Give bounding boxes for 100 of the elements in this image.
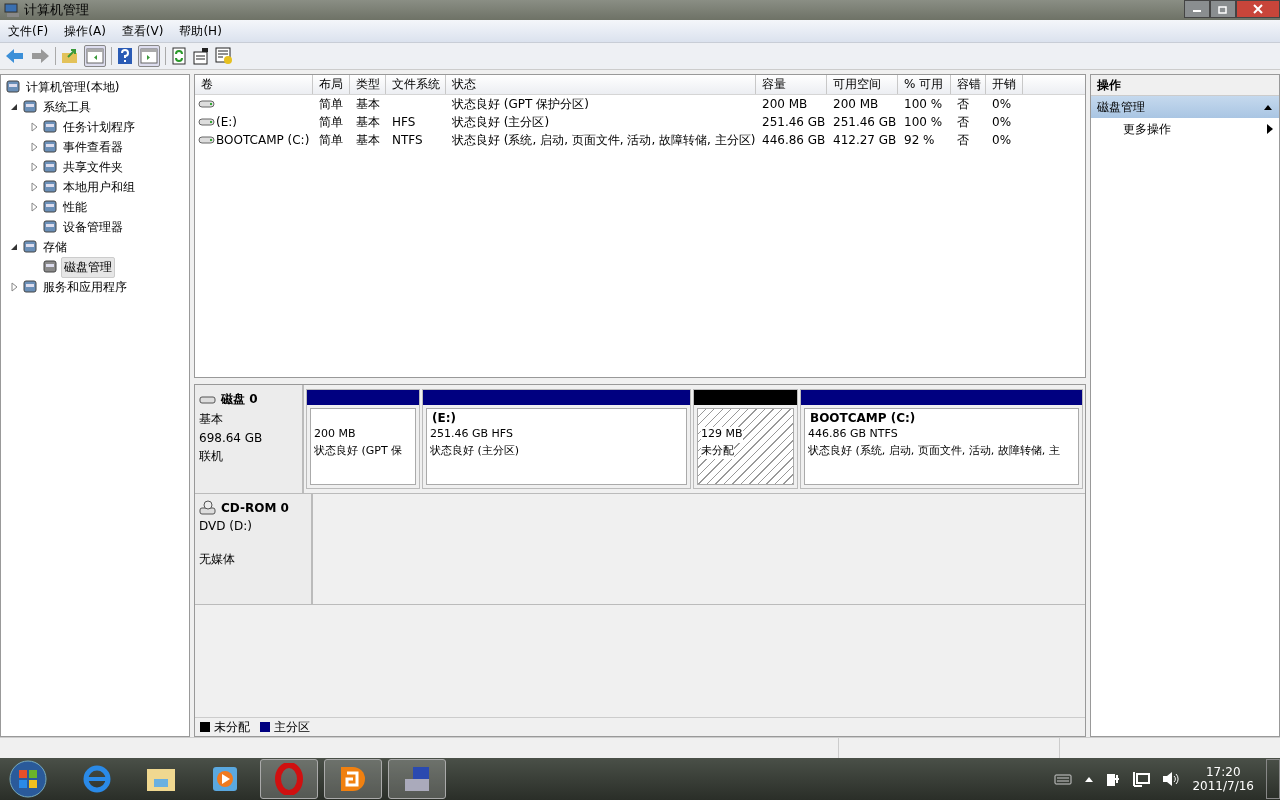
tree-node-icon bbox=[42, 119, 58, 135]
table-cell: 简单 bbox=[319, 95, 343, 113]
expanded-triangle-icon[interactable] bbox=[9, 242, 19, 252]
keyboard-icon[interactable] bbox=[1054, 773, 1073, 785]
tree-item[interactable]: 性能 bbox=[61, 197, 89, 217]
tree-item[interactable]: 计算机管理(本地) bbox=[24, 77, 122, 97]
forward-arrow-icon[interactable] bbox=[30, 47, 50, 65]
taskbar-app-button[interactable] bbox=[324, 759, 382, 799]
tree-item[interactable]: 系统工具 bbox=[41, 97, 93, 117]
table-cell: 基本 bbox=[356, 95, 380, 113]
partition-block[interactable]: BOOTCAMP (C:) 446.86 GB NTFS 状态良好 (系统, 启动, 页面文件, 活动, 故障转储, 主 bbox=[800, 389, 1083, 489]
disk-info: 基本 bbox=[199, 411, 224, 428]
tree-node-icon bbox=[5, 79, 21, 95]
column-header[interactable]: 布局 bbox=[313, 75, 350, 94]
disk-info: DVD (D:) bbox=[199, 519, 253, 533]
partition-info: 状态良好 (系统, 启动, 页面文件, 活动, 故障转储, 主 bbox=[808, 443, 1060, 459]
column-header[interactable]: 卷 bbox=[195, 75, 313, 94]
tree-node-icon bbox=[42, 219, 58, 235]
network-icon[interactable] bbox=[1132, 771, 1151, 787]
minimize-button[interactable] bbox=[1184, 0, 1210, 18]
tree-item[interactable]: 设备管理器 bbox=[61, 217, 125, 237]
table-cell: 基本 bbox=[356, 131, 380, 149]
clock-time: 17:20 bbox=[1205, 765, 1241, 779]
table-cell: 100 % bbox=[904, 97, 943, 111]
column-header[interactable]: 文件系统 bbox=[386, 75, 446, 94]
table-cell: BOOTCAMP (C:) bbox=[216, 133, 310, 147]
table-cell: 状态良好 (主分区) bbox=[452, 113, 550, 131]
table-cell: 0% bbox=[992, 133, 1012, 147]
refresh-icon[interactable] bbox=[171, 47, 187, 65]
collapsed-triangle-icon[interactable] bbox=[9, 282, 19, 292]
partition-block[interactable]: (E:) 251.46 GB HFS 状态良好 (主分区) bbox=[422, 389, 691, 489]
partition-info: 状态良好 (GPT 保 bbox=[314, 443, 403, 459]
tree-node-icon bbox=[42, 179, 58, 195]
table-cell: 200 MB bbox=[833, 97, 879, 111]
close-icon bbox=[1253, 4, 1263, 14]
column-header[interactable]: 容量 bbox=[756, 75, 827, 94]
tree-item[interactable]: 磁盘管理 bbox=[61, 256, 115, 278]
submenu-arrow-icon bbox=[1267, 124, 1273, 134]
collapse-triangle-icon bbox=[1263, 103, 1273, 111]
tree-item[interactable]: 共享文件夹 bbox=[61, 157, 125, 177]
tree-item[interactable]: 任务计划程序 bbox=[61, 117, 137, 137]
clock[interactable]: 17:20 2011/7/16 bbox=[1192, 765, 1254, 793]
tree-item[interactable]: 本地用户和组 bbox=[61, 177, 137, 197]
partition-info: 未分配 bbox=[701, 443, 734, 459]
collapsed-triangle-icon[interactable] bbox=[29, 122, 39, 132]
help-icon[interactable] bbox=[117, 47, 133, 65]
tree-node-icon bbox=[42, 159, 58, 175]
expanded-triangle-icon[interactable] bbox=[9, 102, 19, 112]
menu-item[interactable]: 查看(V) bbox=[113, 22, 172, 40]
collapsed-triangle-icon[interactable] bbox=[29, 202, 39, 212]
tree-item[interactable]: 事件查看器 bbox=[61, 137, 125, 157]
actions-section[interactable]: 磁盘管理 bbox=[1091, 96, 1279, 118]
close-button[interactable] bbox=[1236, 0, 1280, 18]
panel-toggle-icon[interactable] bbox=[138, 45, 160, 67]
menu-item[interactable]: 文件(F) bbox=[0, 22, 57, 40]
restore-button[interactable] bbox=[1210, 0, 1236, 18]
column-header[interactable]: 可用空间 bbox=[827, 75, 898, 94]
collapsed-triangle-icon[interactable] bbox=[29, 182, 39, 192]
restore-icon bbox=[1218, 4, 1228, 14]
tree-node-icon bbox=[42, 139, 58, 155]
drive-icon bbox=[198, 99, 216, 109]
folder-up-icon[interactable] bbox=[61, 47, 79, 65]
tree-node-icon bbox=[22, 239, 38, 255]
table-cell: 200 MB bbox=[762, 97, 808, 111]
start-button[interactable] bbox=[8, 759, 48, 799]
table-cell: 0% bbox=[992, 115, 1012, 129]
back-arrow-icon[interactable] bbox=[5, 47, 25, 65]
partition-block[interactable]: 129 MB 未分配 bbox=[693, 389, 798, 489]
collapsed-triangle-icon[interactable] bbox=[29, 142, 39, 152]
column-header[interactable]: % 可用 bbox=[898, 75, 951, 94]
menu-item[interactable]: 操作(A) bbox=[56, 22, 114, 40]
tree-node-icon bbox=[22, 99, 38, 115]
partition-block[interactable]: 200 MB 状态良好 (GPT 保 bbox=[306, 389, 420, 489]
column-header[interactable]: 容错 bbox=[951, 75, 986, 94]
column-header[interactable]: 状态 bbox=[446, 75, 756, 94]
show-desktop-button[interactable] bbox=[1266, 759, 1280, 799]
table-cell: 92 % bbox=[904, 133, 935, 147]
menu-item[interactable]: 帮助(H) bbox=[171, 22, 230, 40]
show-hidden-icons-icon[interactable] bbox=[1084, 775, 1095, 783]
table-cell: 100 % bbox=[904, 115, 943, 129]
tree-node-icon bbox=[42, 199, 58, 215]
partition-info: 129 MB bbox=[701, 427, 743, 443]
panel-toggle-icon[interactable] bbox=[84, 45, 106, 67]
speaker-icon[interactable] bbox=[1162, 771, 1181, 787]
tree-item[interactable]: 存储 bbox=[41, 237, 69, 257]
table-cell: 0% bbox=[992, 97, 1012, 111]
drive-icon bbox=[198, 117, 216, 127]
table-cell: 否 bbox=[957, 131, 969, 149]
column-header[interactable]: 类型 bbox=[350, 75, 386, 94]
partition-title: BOOTCAMP (C:) bbox=[809, 411, 917, 427]
settings-icon[interactable] bbox=[215, 47, 233, 65]
table-cell: 基本 bbox=[356, 113, 380, 131]
table-cell: HFS bbox=[392, 115, 416, 129]
collapsed-triangle-icon[interactable] bbox=[29, 162, 39, 172]
tree-item[interactable]: 服务和应用程序 bbox=[41, 277, 129, 297]
power-plug-icon[interactable] bbox=[1106, 771, 1121, 787]
column-header[interactable]: 开销 bbox=[986, 75, 1023, 94]
properties-icon[interactable] bbox=[192, 47, 210, 65]
action-item[interactable]: 更多操作 bbox=[1123, 120, 1171, 138]
ring-icon bbox=[273, 763, 305, 795]
